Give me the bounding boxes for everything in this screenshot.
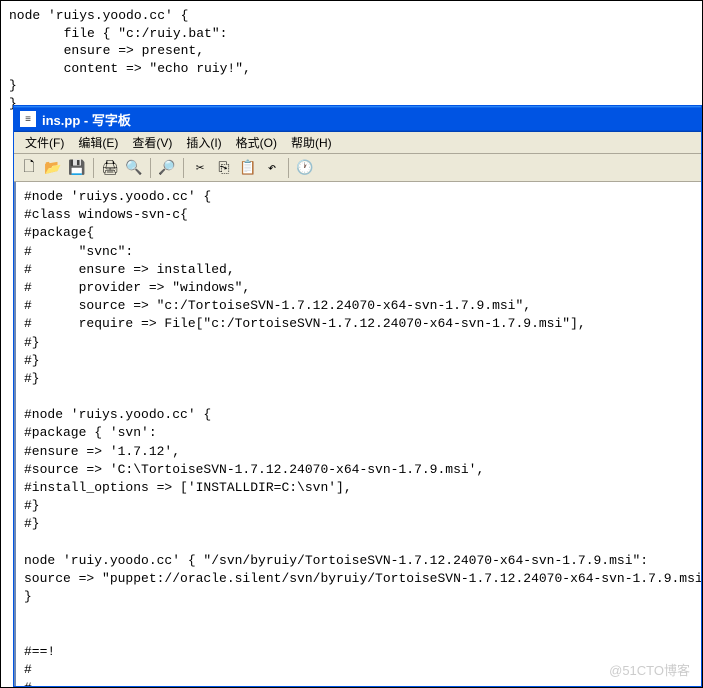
separator (93, 158, 94, 178)
copy-icon[interactable]: ⎘ (213, 157, 235, 179)
print-icon[interactable]: 🖨 (99, 157, 121, 179)
window-title: ins.pp - 写字板 (42, 110, 131, 129)
menu-file[interactable]: 文件(F) (18, 132, 71, 153)
background-code: node 'ruiys.yoodo.cc' { file { "c:/ruiy.… (1, 1, 702, 118)
open-icon[interactable]: 📂 (42, 157, 64, 179)
editor-content[interactable]: #node 'ruiys.yoodo.cc' { #class windows-… (14, 182, 701, 686)
separator (183, 158, 184, 178)
wordpad-window: ≡ ins.pp - 写字板 文件(F) 编辑(E) 查看(V) 插入(I) 格… (13, 105, 702, 687)
app-icon: ≡ (20, 111, 36, 127)
save-icon[interactable]: 💾 (66, 157, 88, 179)
paste-icon[interactable]: 📋 (237, 157, 259, 179)
menu-format[interactable]: 格式(O) (229, 132, 284, 153)
preview-icon[interactable]: 🔍 (123, 157, 145, 179)
datetime-icon[interactable]: 🕐 (294, 157, 316, 179)
new-icon[interactable]: 🗋 (18, 157, 40, 179)
menu-edit[interactable]: 编辑(E) (71, 132, 125, 153)
watermark: @51CTO博客 (609, 660, 690, 679)
menu-help[interactable]: 帮助(H) (284, 132, 339, 153)
menu-insert[interactable]: 插入(I) (179, 132, 228, 153)
separator (288, 158, 289, 178)
undo-icon[interactable]: ↶ (261, 157, 283, 179)
separator (150, 158, 151, 178)
toolbar: 🗋 📂 💾 🖨 🔍 🔎 ✂ ⎘ 📋 ↶ 🕐 (14, 154, 701, 182)
titlebar[interactable]: ≡ ins.pp - 写字板 (14, 106, 701, 132)
menubar: 文件(F) 编辑(E) 查看(V) 插入(I) 格式(O) 帮助(H) (14, 132, 701, 154)
cut-icon[interactable]: ✂ (189, 157, 211, 179)
find-icon[interactable]: 🔎 (156, 157, 178, 179)
menu-view[interactable]: 查看(V) (125, 132, 179, 153)
